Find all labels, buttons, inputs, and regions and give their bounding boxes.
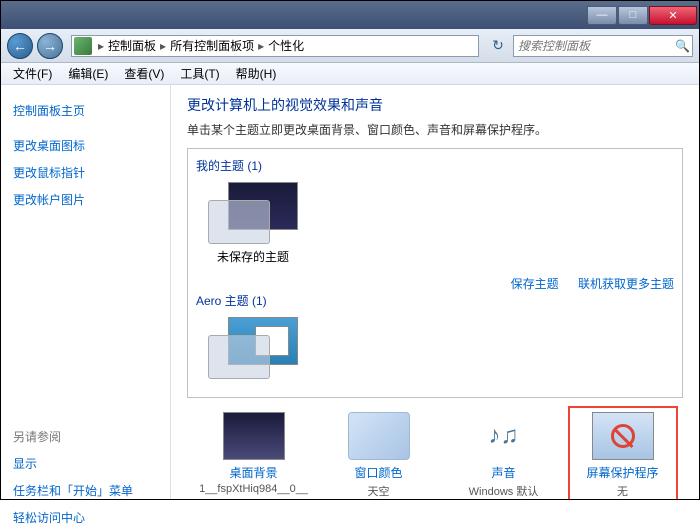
aero-themes-label: Aero 主题 (1) [196, 292, 674, 309]
menu-view[interactable]: 查看(V) [116, 63, 172, 84]
sound-icon: ♪♫ [473, 412, 535, 460]
breadcrumb[interactable]: 所有控制面板项 [168, 37, 256, 54]
sidebar-link-home[interactable]: 控制面板主页 [11, 97, 160, 124]
my-themes-label: 我的主题 (1) [196, 157, 674, 174]
search-input[interactable] [518, 39, 675, 53]
theme-label: 未保存的主题 [198, 248, 308, 265]
search-icon[interactable]: 🔍 [675, 39, 690, 53]
refresh-button[interactable]: ↻ [487, 35, 509, 57]
chevron-right-icon[interactable]: ▸ [158, 39, 168, 53]
setting-title: 桌面背景 [199, 464, 309, 481]
bg-icon [223, 412, 285, 460]
sidebar-link-display[interactable]: 显示 [11, 450, 160, 477]
sidebar-link-pointer[interactable]: 更改鼠标指针 [11, 159, 160, 186]
setting-value: 无 [574, 483, 672, 499]
setting-ss[interactable]: 屏幕保护程序无 [568, 406, 678, 499]
color-icon [348, 412, 410, 460]
page-desc: 单击某个主题立即更改桌面背景、窗口颜色、声音和屏幕保护程序。 [187, 121, 683, 138]
theme-thumbnail-icon [208, 317, 298, 379]
setting-sound[interactable]: ♪♫ 声音 Windows 默认 [449, 412, 559, 499]
chevron-right-icon[interactable]: ▸ [256, 39, 266, 53]
setting-bg[interactable]: 桌面背景 1__fspXtHiq984__0__ [199, 412, 309, 499]
theme-item-aero[interactable] [198, 317, 308, 383]
sidebar-link-account-pic[interactable]: 更改帐户图片 [11, 186, 160, 213]
setting-title: 窗口颜色 [324, 464, 434, 481]
settings-row: 桌面背景 1__fspXtHiq984__0__ 窗口颜色天空 ♪♫ 声音 Windows… [187, 412, 683, 499]
chevron-right-icon[interactable]: ▸ [96, 39, 106, 53]
content-pane: 更改计算机上的视觉效果和声音 单击某个主题立即更改桌面背景、窗口颜色、声音和屏幕… [171, 85, 699, 499]
setting-value: Windows 默认 [449, 483, 559, 499]
theme-thumbnail-icon [208, 182, 298, 244]
breadcrumb[interactable]: 个性化 [266, 37, 306, 54]
sidebar: 控制面板主页 更改桌面图标 更改鼠标指针 更改帐户图片 另请参阅 显示 任务栏和… [1, 85, 171, 499]
search-box[interactable]: 🔍 [513, 35, 693, 57]
get-more-themes-link[interactable]: 联机获取更多主题 [578, 277, 674, 291]
back-button[interactable]: ← [7, 33, 33, 59]
minimize-button[interactable]: — [587, 6, 617, 25]
control-panel-icon [74, 37, 92, 55]
menu-edit[interactable]: 编辑(E) [60, 63, 116, 84]
setting-title: 屏幕保护程序 [574, 464, 672, 481]
sidebar-also-heading: 另请参阅 [11, 423, 160, 450]
menu-tools[interactable]: 工具(T) [172, 63, 227, 84]
menu-help[interactable]: 帮助(H) [228, 63, 285, 84]
ss-icon [592, 412, 654, 460]
breadcrumb[interactable]: 控制面板 [106, 37, 158, 54]
navbar: ← → ▸ 控制面板 ▸ 所有控制面板项 ▸ 个性化 ↻ 🔍 [1, 29, 699, 63]
sidebar-link-ease[interactable]: 轻松访问中心 [11, 504, 160, 531]
setting-title: 声音 [449, 464, 559, 481]
setting-color[interactable]: 窗口颜色天空 [324, 412, 434, 499]
theme-actions: 保存主题 联机获取更多主题 [196, 275, 674, 292]
themes-panel: 我的主题 (1) 未保存的主题 保存主题 联机获取更多主题 Aero 主题 (1… [187, 148, 683, 398]
menu-file[interactable]: 文件(F) [5, 63, 60, 84]
page-title: 更改计算机上的视觉效果和声音 [187, 95, 683, 115]
setting-value: 1__fspXtHiq984__0__ [199, 483, 309, 495]
menubar: 文件(F) 编辑(E) 查看(V) 工具(T) 帮助(H) [1, 63, 699, 85]
address-bar[interactable]: ▸ 控制面板 ▸ 所有控制面板项 ▸ 个性化 [71, 35, 479, 57]
maximize-button[interactable]: □ [618, 6, 648, 25]
setting-value: 天空 [324, 483, 434, 499]
theme-item-unsaved[interactable]: 未保存的主题 [198, 182, 308, 265]
sidebar-link-icons[interactable]: 更改桌面图标 [11, 132, 160, 159]
titlebar: — □ ✕ [1, 1, 699, 29]
forward-button[interactable]: → [37, 33, 63, 59]
close-button[interactable]: ✕ [649, 6, 697, 25]
save-theme-link[interactable]: 保存主题 [511, 277, 559, 291]
